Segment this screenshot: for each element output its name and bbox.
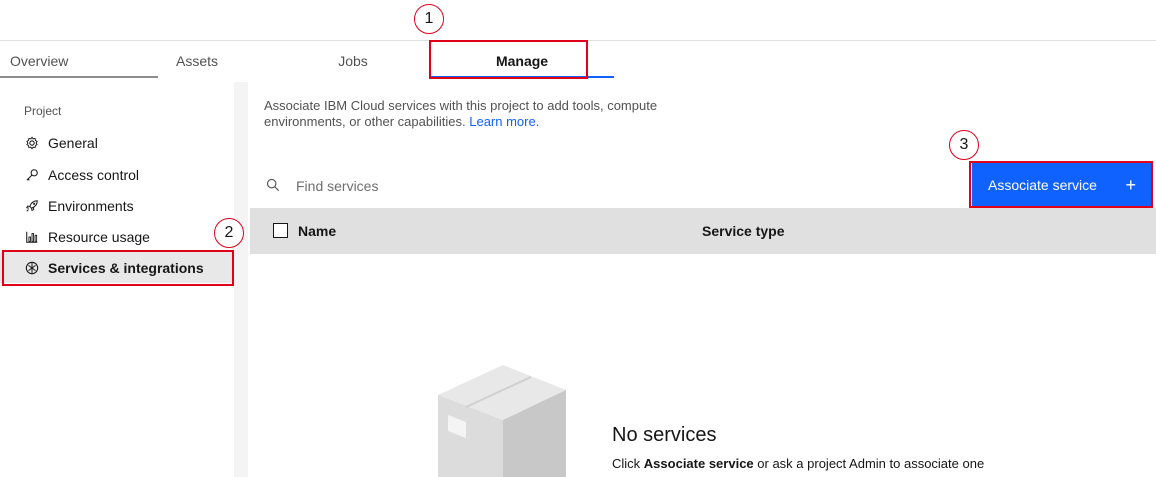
sidebar-item-environments[interactable]: Environments <box>0 190 234 221</box>
sidebar-item-access-control[interactable]: Access control <box>0 159 234 190</box>
rocket-icon <box>24 198 40 214</box>
tab-assets[interactable]: Assets <box>158 44 238 78</box>
empty-desc-prefix: Click <box>612 456 641 471</box>
tab-bar: Overview Assets Jobs Manage <box>0 44 1156 78</box>
intro-description: Associate IBM Cloud services with this p… <box>264 98 658 129</box>
learn-more-link[interactable]: Learn more. <box>469 114 539 129</box>
sidebar-section-label: Project <box>24 104 62 118</box>
associate-service-button[interactable]: Associate service + <box>972 163 1152 206</box>
sidebar-item-services-integrations[interactable]: Services & integrations <box>0 252 234 283</box>
sidebar-item-label: Services & integrations <box>48 259 204 276</box>
empty-state-description: Click Associate service or ask a project… <box>612 456 984 471</box>
search-input[interactable] <box>296 178 696 194</box>
select-all-checkbox[interactable] <box>273 223 288 238</box>
column-header-service-type[interactable]: Service type <box>702 223 785 239</box>
tab-jobs[interactable]: Jobs <box>238 44 428 78</box>
empty-box-illustration <box>428 360 578 477</box>
annotation-marker-2: 2 <box>214 218 244 248</box>
sidebar-item-label: General <box>48 134 98 151</box>
intro-text: Associate IBM Cloud services with this p… <box>264 98 704 130</box>
key-icon <box>24 167 40 183</box>
empty-desc-suffix: or ask a project Admin to associate one <box>757 456 985 471</box>
column-header-name[interactable]: Name <box>298 223 336 239</box>
search-icon <box>266 178 282 194</box>
empty-state-title: No services <box>612 424 717 446</box>
sidebar: Project General Access control Environme… <box>0 82 234 477</box>
plus-icon: + <box>1125 174 1136 195</box>
sidebar-divider <box>234 82 248 477</box>
sidebar-item-label: Resource usage <box>48 228 150 245</box>
sidebar-item-general[interactable]: General <box>0 127 234 158</box>
table-header: Name Service type <box>250 208 1156 254</box>
search-bar[interactable] <box>262 170 762 202</box>
associate-service-label: Associate service <box>988 176 1097 193</box>
sidebar-item-label: Access control <box>48 166 140 183</box>
empty-desc-bold: Associate service <box>643 456 754 471</box>
sidebar-item-label: Environments <box>48 197 134 214</box>
tab-manage[interactable]: Manage <box>430 44 614 78</box>
top-divider <box>0 40 1156 41</box>
gear-icon <box>24 135 40 151</box>
tab-overview[interactable]: Overview <box>0 44 158 78</box>
sidebar-item-resource-usage[interactable]: Resource usage <box>0 221 234 252</box>
annotation-marker-3: 3 <box>949 130 979 160</box>
integrations-icon <box>24 260 40 276</box>
annotation-marker-1: 1 <box>414 4 444 34</box>
bar-chart-icon <box>24 229 40 245</box>
